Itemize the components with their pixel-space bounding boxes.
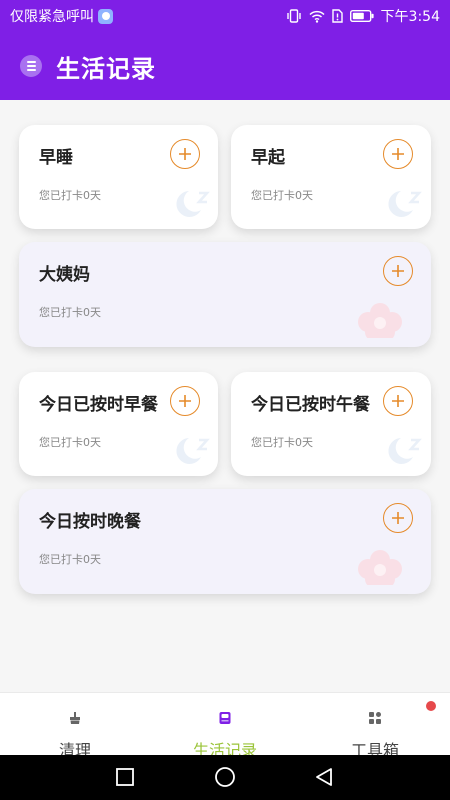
card-checkin-count: 您已打卡0天	[39, 436, 101, 449]
add-checkin-button[interactable]	[383, 256, 413, 286]
notebook-icon	[219, 712, 231, 724]
status-bar: 仅限紧急呼叫 下午3:54	[0, 0, 450, 32]
nav-item-clean[interactable]: 清理	[0, 693, 150, 760]
system-nav-bar	[0, 755, 450, 800]
add-checkin-button[interactable]	[383, 386, 413, 416]
back-icon[interactable]	[314, 767, 334, 787]
vibrate-icon	[286, 9, 301, 23]
checkin-card-early-sleep[interactable]: 早睡 您已打卡0天	[19, 125, 218, 229]
status-right: 下午3:54	[286, 6, 440, 26]
add-checkin-button[interactable]	[383, 503, 413, 533]
card-title: 早起	[251, 148, 285, 168]
grid-icon	[369, 712, 381, 724]
nav-item-toolbox[interactable]: 工具箱	[300, 693, 450, 760]
card-title: 今日按时晚餐	[39, 512, 141, 532]
card-checkin-count: 您已打卡0天	[39, 306, 101, 319]
moon-icon	[176, 191, 210, 217]
checkin-card-dinner[interactable]: 今日按时晚餐 您已打卡0天	[19, 489, 431, 594]
sim-alert-icon	[331, 9, 343, 23]
flower-icon	[358, 550, 402, 585]
checkin-card-period[interactable]: 大姨妈 您已打卡0天	[19, 242, 431, 347]
card-checkin-count: 您已打卡0天	[251, 436, 313, 449]
add-checkin-button[interactable]	[383, 139, 413, 169]
status-left: 仅限紧急呼叫	[10, 6, 113, 26]
checkin-card-lunch[interactable]: 今日已按时午餐 您已打卡0天	[231, 372, 431, 476]
notification-badge	[426, 701, 436, 711]
card-checkin-count: 您已打卡0天	[251, 189, 313, 202]
checkin-card-breakfast[interactable]: 今日已按时早餐 您已打卡0天	[19, 372, 218, 476]
card-title: 今日已按时早餐	[39, 395, 158, 415]
status-time: 下午3:54	[380, 9, 440, 25]
card-checkin-count: 您已打卡0天	[39, 553, 101, 566]
add-checkin-button[interactable]	[170, 386, 200, 416]
recent-apps-icon[interactable]	[115, 767, 135, 787]
moon-icon	[176, 438, 210, 464]
battery-icon	[349, 10, 374, 22]
add-checkin-button[interactable]	[170, 139, 200, 169]
home-icon[interactable]	[214, 766, 236, 788]
bottom-nav: 清理 生活记录 工具箱	[0, 692, 450, 760]
card-title: 大姨妈	[39, 265, 90, 285]
page-title: 生活记录	[56, 54, 156, 83]
app-notification-icon	[98, 8, 113, 24]
nav-item-life-record[interactable]: 生活记录	[150, 693, 300, 760]
card-title: 今日已按时午餐	[251, 395, 370, 415]
card-checkin-count: 您已打卡0天	[39, 189, 101, 202]
wifi-icon	[309, 10, 325, 23]
card-title: 早睡	[39, 148, 73, 168]
main-content: 早睡 您已打卡0天 早起 您已打卡0天 大姨妈 您已打卡0天 今日已按时早餐 您…	[0, 100, 450, 692]
checkin-card-early-rise[interactable]: 早起 您已打卡0天	[231, 125, 431, 229]
menu-icon[interactable]	[20, 55, 42, 77]
emergency-call-text: 仅限紧急呼叫	[10, 9, 94, 25]
moon-icon	[388, 191, 422, 217]
app-bar: 生活记录	[0, 32, 450, 100]
moon-icon	[388, 438, 422, 464]
flower-icon	[358, 303, 402, 338]
broom-icon	[70, 712, 80, 724]
